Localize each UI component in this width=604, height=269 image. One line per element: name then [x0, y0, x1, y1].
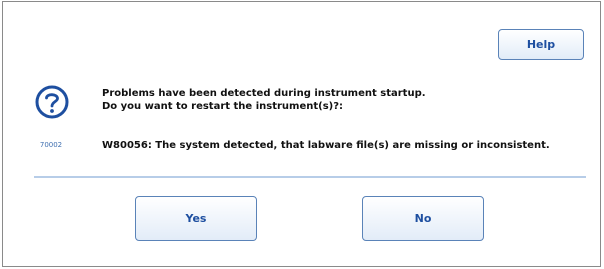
error-detail: W80056: The system detected, that labwar…	[102, 140, 550, 151]
question-circle-icon	[35, 85, 69, 119]
message-text: Problems have been detected during instr…	[102, 88, 426, 113]
help-button[interactable]: Help	[498, 29, 584, 60]
divider	[34, 176, 586, 178]
yes-button[interactable]: Yes	[135, 196, 257, 241]
message-line-1: Problems have been detected during instr…	[102, 88, 426, 99]
no-button[interactable]: No	[362, 196, 484, 241]
restart-dialog: Help 70002 Problems have been detected d…	[2, 1, 601, 267]
message-code: 70002	[39, 141, 63, 149]
message-line-2: Do you want to restart the instrument(s)…	[102, 101, 344, 112]
